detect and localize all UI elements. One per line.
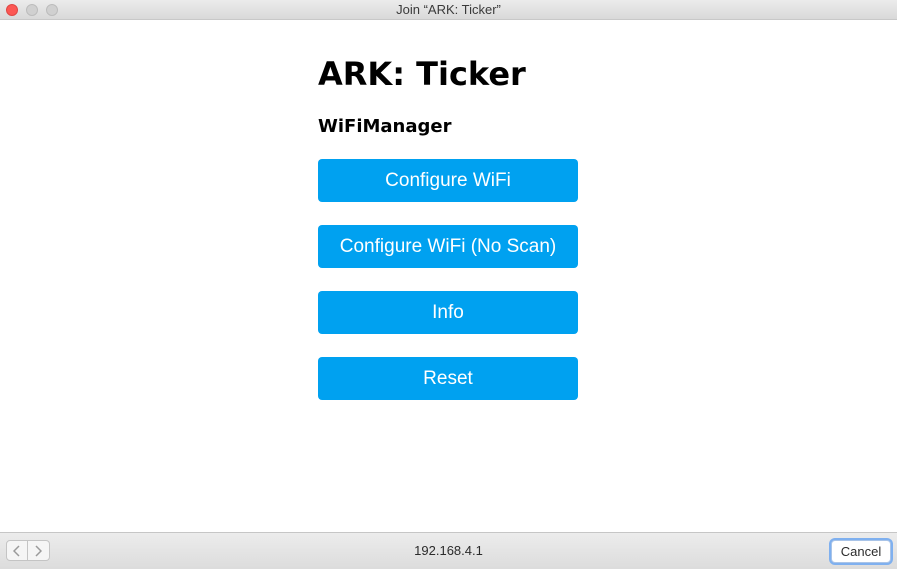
url-label: 192.168.4.1 <box>414 543 483 558</box>
configure-wifi-button[interactable]: Configure WiFi <box>318 159 578 202</box>
page-title: ARK: Ticker <box>318 55 526 93</box>
window-title: Join “ARK: Ticker” <box>396 2 501 17</box>
title-bar: Join “ARK: Ticker” <box>0 0 897 20</box>
bottom-toolbar: 192.168.4.1 Cancel <box>0 532 897 569</box>
reset-button[interactable]: Reset <box>318 357 578 400</box>
cancel-button[interactable]: Cancel <box>831 540 891 563</box>
page-subtitle: WiFiManager <box>318 116 452 137</box>
captive-portal-window: Join “ARK: Ticker” ARK: Ticker WiFiManag… <box>0 0 897 569</box>
configure-wifi-no-scan-button[interactable]: Configure WiFi (No Scan) <box>318 225 578 268</box>
info-button[interactable]: Info <box>318 291 578 334</box>
